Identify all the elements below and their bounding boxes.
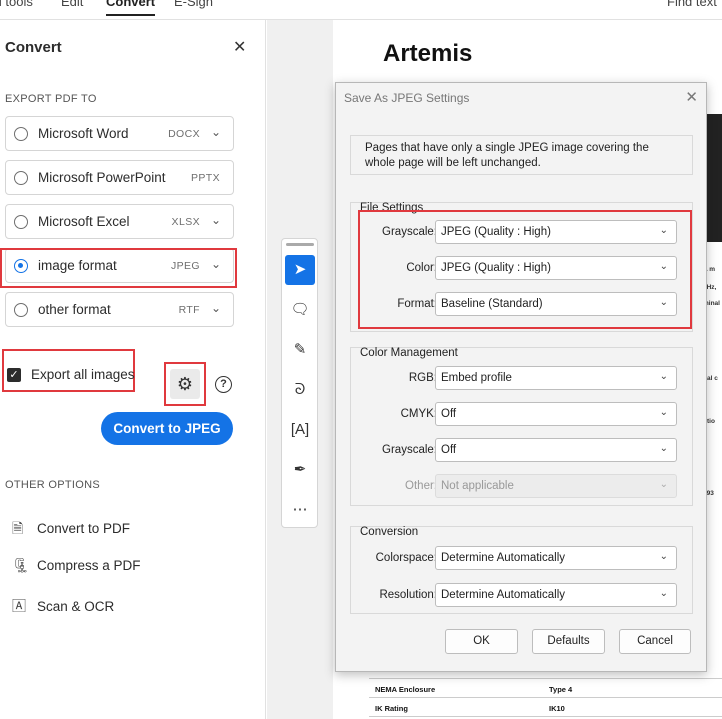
tab-all-tools[interactable]: ll tools xyxy=(0,0,33,9)
table-cell: NEMA Enclosure xyxy=(375,685,436,694)
format-extension: XLSX xyxy=(171,216,200,228)
chevron-down-icon: ⌄ xyxy=(659,479,668,490)
ok-button[interactable]: OK xyxy=(445,629,518,654)
cancel-button[interactable]: Cancel xyxy=(619,629,691,654)
tab-convert[interactable]: Convert xyxy=(106,0,156,16)
resolution-select[interactable]: Determine Automatically ⌄ xyxy=(435,583,677,607)
format-extension: RTF xyxy=(178,304,200,316)
compress-pdf-option[interactable]: 🗜 Compress a PDF xyxy=(12,557,141,574)
group-title: Color Management xyxy=(360,347,458,359)
chevron-down-icon[interactable]: ⌄ xyxy=(211,125,221,139)
option-label: Scan & OCR xyxy=(37,599,115,614)
other-options-label: OTHER OPTIONS xyxy=(5,479,100,491)
format-name: other format xyxy=(38,302,111,317)
tab-e-sign[interactable]: E-Sign xyxy=(174,0,213,9)
select-value: Determine Automatically xyxy=(441,552,565,564)
format-option-excel[interactable]: Microsoft Excel XLSX ⌄ xyxy=(5,204,234,239)
grayscale-profile-select[interactable]: Off ⌄ xyxy=(435,438,677,462)
tab-edit[interactable]: Edit xyxy=(61,0,83,9)
close-icon[interactable]: ✕ xyxy=(685,88,698,106)
compress-pdf-icon: 🗜 xyxy=(12,557,30,573)
close-icon[interactable]: ✕ xyxy=(233,37,246,57)
field-label: Resolution: xyxy=(379,589,437,601)
chevron-down-icon: ⌄ xyxy=(659,443,668,454)
field-label: CMYK: xyxy=(400,408,437,420)
cmyk-select[interactable]: Off ⌄ xyxy=(435,402,677,426)
add-comment-icon[interactable]: 🗨 xyxy=(285,295,315,325)
chevron-down-icon: ⌄ xyxy=(659,551,668,562)
rgb-select[interactable]: Embed profile ⌄ xyxy=(435,366,677,390)
convert-pdf-icon: 🗎 xyxy=(12,520,24,536)
select-value: Embed profile xyxy=(441,372,512,384)
export-section-label: EXPORT PDF TO xyxy=(5,93,97,105)
product-image xyxy=(705,114,722,242)
select-value: Off xyxy=(441,444,457,456)
gear-icon[interactable]: ⚙ xyxy=(170,369,200,399)
conversion-group: Conversion Colorspace: Determine Automat… xyxy=(350,526,693,614)
select-value: Not applicable xyxy=(441,480,514,492)
convert-to-pdf-option[interactable]: 🗎 Convert to PDF xyxy=(12,518,130,542)
info-note: Pages that have only a single JPEG image… xyxy=(350,135,693,175)
select-value: Off xyxy=(441,408,457,420)
radio-button[interactable] xyxy=(14,303,28,317)
highlight-box xyxy=(358,210,692,329)
convert-panel: Convert ✕ EXPORT PDF TO Microsoft Word D… xyxy=(0,20,266,719)
other-profile-select: Not applicable ⌄ xyxy=(435,474,677,498)
chevron-down-icon[interactable]: ⌄ xyxy=(211,213,221,227)
colorspace-select[interactable]: Determine Automatically ⌄ xyxy=(435,546,677,570)
radio-button[interactable] xyxy=(14,171,28,185)
format-option-other[interactable]: other format RTF ⌄ xyxy=(5,292,234,327)
field-label: RGB: xyxy=(408,372,437,384)
draw-freehand-icon[interactable]: ᘐ xyxy=(285,375,315,405)
table-cell: IK10 xyxy=(549,704,565,713)
table-row: IK Rating IK10 xyxy=(369,698,722,717)
defaults-button[interactable]: Defaults xyxy=(532,629,605,654)
format-extension: PPTX xyxy=(190,172,220,184)
help-icon[interactable]: ? xyxy=(215,376,232,393)
table-cell: Type 4 xyxy=(549,685,573,694)
highlight-pen-icon[interactable]: ✎ xyxy=(285,335,315,365)
export-all-images-label: Export all images xyxy=(31,367,135,382)
convert-button[interactable]: Convert to JPEG xyxy=(101,412,233,445)
select-pointer-icon[interactable]: ➤ xyxy=(285,255,315,285)
sign-pen-icon[interactable]: ✒ xyxy=(285,455,315,485)
format-option-powerpoint[interactable]: Microsoft PowerPoint PPTX xyxy=(5,160,234,195)
chevron-down-icon: ⌄ xyxy=(659,371,668,382)
field-label: Grayscale: xyxy=(382,444,437,456)
toolbar-grip[interactable] xyxy=(286,243,314,246)
field-label: Colorspace: xyxy=(375,552,437,564)
text-box-icon[interactable]: [A] xyxy=(285,415,315,445)
format-name: Microsoft Word xyxy=(38,126,129,141)
radio-button[interactable] xyxy=(14,127,28,141)
more-options-icon[interactable]: ⋯ xyxy=(285,495,315,525)
chevron-down-icon[interactable]: ⌄ xyxy=(211,301,221,315)
table-cell: IK Rating xyxy=(375,704,408,713)
scan-ocr-icon: 🄰 xyxy=(12,598,26,614)
color-management-group: Color Management RGB: Embed profile ⌄ CMY… xyxy=(350,347,693,506)
chevron-down-icon: ⌄ xyxy=(659,407,668,418)
group-title: Conversion xyxy=(360,526,419,538)
table-row: NEMA Enclosure Type 4 xyxy=(369,679,722,698)
option-label: Convert to PDF xyxy=(37,521,131,536)
export-all-images-checkbox[interactable]: ✓ xyxy=(7,368,21,382)
chevron-down-icon: ⌄ xyxy=(659,588,668,599)
scan-ocr-option[interactable]: 🄰 Scan & OCR xyxy=(12,596,114,616)
field-label: Other: xyxy=(405,480,437,492)
jpeg-settings-dialog: Save As JPEG Settings ✕ Pages that have … xyxy=(335,82,707,672)
document-heading: Artemis xyxy=(383,40,473,67)
format-name: Microsoft PowerPoint xyxy=(38,170,166,185)
format-extension: DOCX xyxy=(168,128,200,140)
top-menu-bar: ll tools Edit Convert E-Sign Find text xyxy=(0,0,722,20)
select-value: Determine Automatically xyxy=(441,589,565,601)
format-name: Microsoft Excel xyxy=(38,214,130,229)
radio-button[interactable] xyxy=(14,215,28,229)
find-text-link[interactable]: Find text xyxy=(667,0,717,9)
dialog-title: Save As JPEG Settings xyxy=(344,91,470,105)
highlight-box xyxy=(0,248,237,288)
option-label: Compress a PDF xyxy=(37,558,141,573)
panel-title: Convert xyxy=(5,39,62,56)
annotation-toolbar: ➤ 🗨 ✎ ᘐ [A] ✒ ⋯ xyxy=(281,238,318,528)
format-option-word[interactable]: Microsoft Word DOCX ⌄ xyxy=(5,116,234,151)
